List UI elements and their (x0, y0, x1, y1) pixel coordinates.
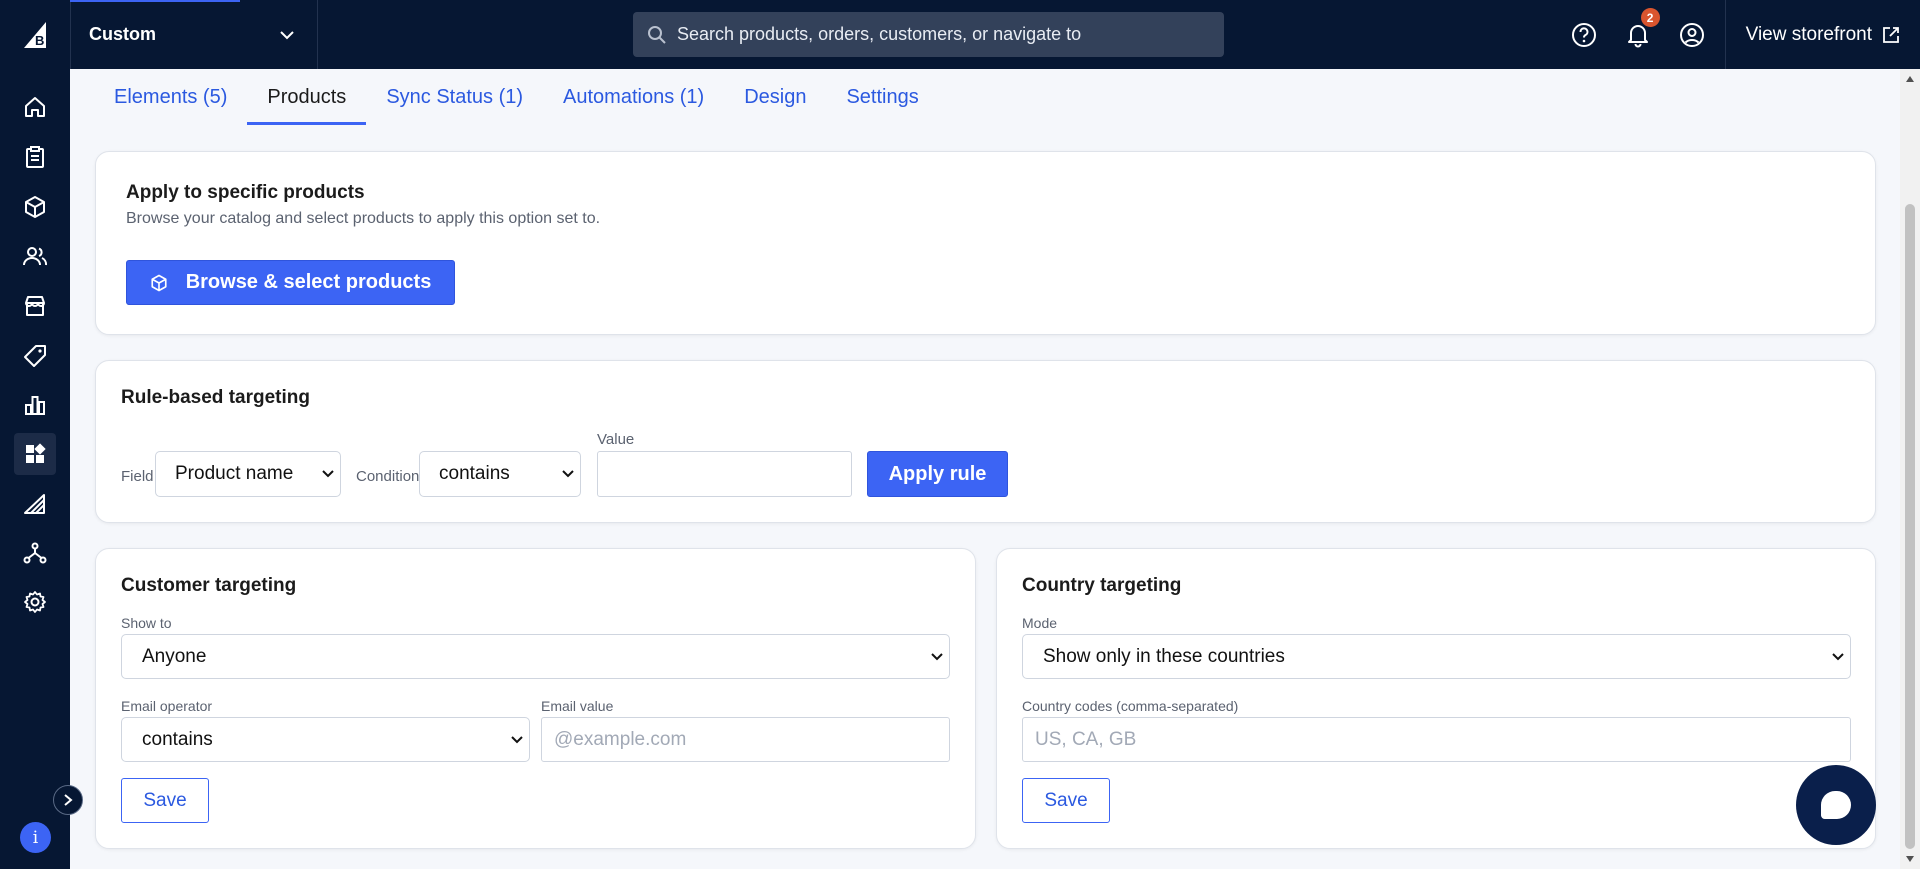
apply-rule-button[interactable]: Apply rule (867, 451, 1008, 497)
email-operator-label: Email operator (121, 698, 213, 714)
chat-bubble-icon (1821, 791, 1851, 819)
rule-targeting-card: Rule-based targeting Field Product name … (95, 360, 1876, 523)
chat-launcher-button[interactable] (1796, 765, 1876, 845)
country-codes-input[interactable]: US, CA, GB (1022, 717, 1851, 762)
tab-settings[interactable]: Settings (826, 69, 938, 125)
apply-products-title: Apply to specific products (126, 182, 365, 203)
customer-save-label: Save (143, 789, 187, 811)
value-input[interactable] (597, 451, 852, 497)
chevron-right-icon (64, 794, 73, 806)
scroll-down-arrow-icon[interactable] (1905, 855, 1915, 863)
customer-targeting-card: Customer targeting Show to Anyone Email … (95, 548, 976, 849)
mode-value: Show only in these countries (1043, 645, 1285, 667)
field-label: Field (121, 468, 154, 485)
products-icon[interactable] (14, 186, 56, 228)
country-save-label: Save (1044, 789, 1088, 811)
show-to-value: Anyone (142, 645, 207, 667)
rule-targeting-title: Rule-based targeting (121, 387, 310, 408)
top-bar: B Custom Search products, orders, custom… (0, 0, 1920, 69)
sidebar: i (0, 69, 70, 869)
country-codes-placeholder: US, CA, GB (1035, 728, 1137, 750)
channel-manager-icon[interactable] (14, 483, 56, 525)
account-icon[interactable] (1665, 0, 1719, 69)
customer-save-button[interactable]: Save (121, 778, 209, 823)
show-to-select[interactable]: Anyone (121, 634, 950, 679)
tab-sync-status[interactable]: Sync Status (1) (366, 69, 543, 125)
search-icon (648, 25, 666, 44)
marketing-icon[interactable] (14, 335, 56, 377)
tab-automations[interactable]: Automations (1) (543, 69, 724, 125)
view-storefront-link[interactable]: View storefront (1724, 0, 1920, 69)
settings-icon[interactable] (14, 581, 56, 623)
svg-text:B: B (35, 33, 44, 48)
apply-rule-label: Apply rule (888, 462, 987, 485)
chevron-down-icon (562, 470, 574, 478)
top-accent-line (70, 0, 240, 2)
mode-select[interactable]: Show only in these countries (1022, 634, 1851, 679)
chevron-down-icon (1832, 652, 1844, 660)
tab-design[interactable]: Design (724, 69, 826, 125)
notification-badge: 2 (1640, 8, 1660, 27)
scrollbar-thumb[interactable] (1905, 204, 1915, 849)
info-icon[interactable]: i (20, 822, 51, 853)
country-targeting-title: Country targeting (1022, 575, 1182, 596)
chevron-down-icon (322, 470, 334, 478)
country-codes-label: Country codes (comma-separated) (1022, 698, 1239, 714)
external-link-icon (1883, 26, 1899, 43)
mode-label: Mode (1022, 615, 1058, 631)
home-icon[interactable] (14, 86, 56, 128)
tab-products[interactable]: Products (247, 69, 367, 125)
customer-targeting-title: Customer targeting (121, 575, 297, 596)
search-input[interactable]: Search products, orders, customers, or n… (633, 12, 1224, 57)
scroll-up-arrow-icon[interactable] (1905, 75, 1915, 83)
customers-icon[interactable] (14, 235, 56, 277)
country-save-button[interactable]: Save (1022, 778, 1110, 823)
email-operator-select[interactable]: contains (121, 717, 530, 762)
email-operator-value: contains (142, 728, 213, 750)
main-content: Elements (5) Products Sync Status (1) Au… (70, 69, 1900, 869)
view-storefront-label: View storefront (1745, 23, 1872, 45)
field-select-value: Product name (175, 463, 294, 484)
page-scrollbar[interactable] (1900, 69, 1920, 869)
orders-icon[interactable] (14, 136, 56, 178)
chevron-down-icon (511, 735, 523, 743)
email-value-placeholder: @example.com (554, 728, 687, 750)
analytics-icon[interactable] (14, 384, 56, 426)
store-name: Custom (89, 24, 156, 44)
email-value-label: Email value (541, 698, 614, 714)
tab-elements[interactable]: Elements (5) (94, 69, 247, 125)
condition-select-value: contains (439, 463, 510, 484)
show-to-label: Show to (121, 615, 172, 631)
apply-products-card: Apply to specific products Browse your c… (95, 151, 1876, 335)
bigcommerce-logo[interactable]: B (0, 0, 70, 69)
storefront-icon[interactable] (14, 285, 56, 327)
tab-bar: Elements (5) Products Sync Status (1) Au… (94, 69, 939, 125)
email-value-input[interactable]: @example.com (541, 717, 950, 762)
browse-select-products-button[interactable]: Browse & select products (126, 260, 455, 305)
sidebar-expand-button[interactable] (53, 785, 83, 815)
country-targeting-card: Country targeting Mode Show only in thes… (996, 548, 1876, 849)
browse-select-products-label: Browse & select products (185, 271, 432, 293)
search-placeholder: Search products, orders, customers, or n… (677, 24, 1082, 44)
info-label: i (32, 827, 39, 848)
notifications-bell-icon[interactable]: 2 (1611, 0, 1665, 69)
store-selector[interactable]: Custom (70, 0, 318, 69)
chevron-down-icon (279, 24, 295, 45)
value-label: Value (597, 431, 635, 448)
apply-products-subtitle: Browse your catalog and select products … (126, 210, 601, 227)
condition-select[interactable]: contains (419, 451, 581, 497)
condition-label: Condition (356, 468, 420, 485)
apps-icon[interactable] (14, 433, 56, 475)
integrations-icon[interactable] (14, 532, 56, 574)
chevron-down-icon (931, 652, 943, 660)
box-icon (151, 274, 167, 291)
field-select[interactable]: Product name (155, 451, 341, 497)
help-icon[interactable] (1557, 0, 1611, 69)
